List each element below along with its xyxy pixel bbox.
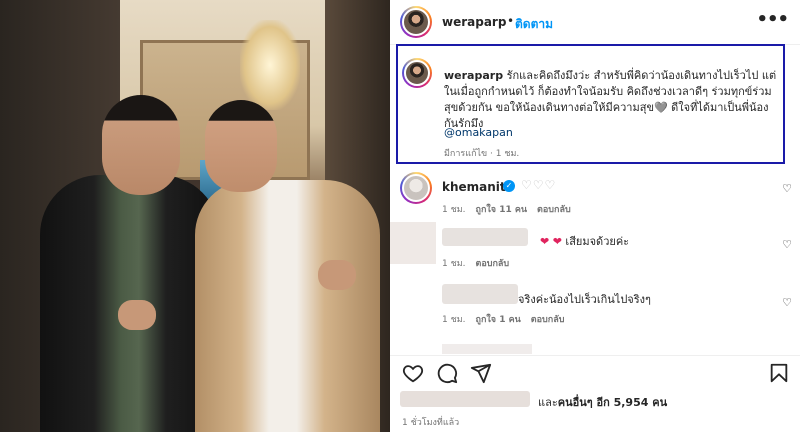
photo-chandelier bbox=[240, 20, 300, 110]
comment-likes[interactable]: ถูกใจ 1 คน bbox=[476, 315, 521, 325]
author-username[interactable]: weraparp bbox=[442, 15, 506, 29]
reply-button[interactable]: ตอบกลับ bbox=[531, 315, 565, 325]
bookmark-icon[interactable] bbox=[768, 362, 790, 384]
commenter-username-blurred[interactable] bbox=[442, 344, 532, 354]
comment-meta: 1 ชม. ถูกใจ 11 คน ตอบกลับ bbox=[442, 202, 571, 216]
comment-meta: 1 ชม. ถูกใจ 1 คน ตอบกลับ bbox=[442, 312, 564, 326]
reply-button[interactable]: ตอบกลับ bbox=[476, 259, 510, 269]
header-separator: • bbox=[507, 14, 515, 28]
comment-like-heart-icon[interactable]: ♡ bbox=[782, 238, 792, 251]
likes-count[interactable]: คนอื่นๆ อีก 5,954 คน bbox=[558, 396, 667, 409]
comment-text: ❤ ❤ เสียมจด้วยค่ะ bbox=[540, 232, 629, 250]
comment-like-heart-icon[interactable]: ♡ bbox=[782, 182, 792, 195]
comment-item: จริงค่ะน้องไปเร็วเกินไปจริงๆ ♡ 1 ชม. ถูกใ… bbox=[390, 280, 800, 340]
commenter-avatar[interactable] bbox=[400, 172, 432, 204]
person-right-head bbox=[205, 100, 277, 192]
comment-item: khemanito ✓ ♡♡♡ ♡ 1 ชม. ถูกใจ 11 คน ตอบกลั… bbox=[390, 168, 800, 218]
comment-like-heart-icon[interactable]: ♡ bbox=[782, 296, 792, 309]
commenter-username-blurred[interactable] bbox=[442, 228, 528, 246]
caption-mention-link[interactable]: @omakapan bbox=[444, 126, 513, 139]
caption-text: weraparp รักและคิดถึงมึงว่ะ สำหรับพี่คิด… bbox=[444, 68, 779, 132]
comment-time: 1 ชม. bbox=[442, 205, 466, 215]
action-bar bbox=[390, 355, 800, 389]
comment-item: ❤ ❤ เสียมจด้วยค่ะ ♡ 1 ชม. ตอบกลับ bbox=[390, 220, 800, 280]
post-panel: weraparp • ติดตาม ••• weraparp รักและคิด… bbox=[390, 0, 800, 432]
more-options-icon[interactable]: ••• bbox=[756, 9, 789, 30]
follow-button[interactable]: ติดตาม bbox=[515, 15, 553, 34]
person-left-hand bbox=[118, 300, 156, 330]
comment-time: 1 ชม. bbox=[442, 315, 466, 325]
heart-icon[interactable] bbox=[402, 362, 424, 384]
post-timestamp: 1 ชั่วโมงที่แล้ว bbox=[402, 418, 460, 428]
commenter-avatar-blurred[interactable] bbox=[390, 222, 436, 264]
caption-meta: มีการแก้ไข · 1 ชม. bbox=[444, 149, 520, 159]
post-header: weraparp • ติดตาม ••• bbox=[390, 0, 800, 44]
post-photo[interactable] bbox=[0, 0, 390, 432]
person-right-hand bbox=[318, 260, 356, 290]
verified-badge-icon: ✓ bbox=[503, 180, 515, 192]
likes-prefix: และ bbox=[538, 396, 558, 409]
comment-text: จริงค่ะน้องไปเร็วเกินไปจริงๆ bbox=[518, 293, 651, 306]
caption-username[interactable]: weraparp bbox=[444, 69, 503, 82]
comment-likes[interactable]: ถูกใจ 11 คน bbox=[476, 205, 528, 215]
author-avatar[interactable] bbox=[400, 6, 432, 38]
caption-avatar[interactable] bbox=[402, 58, 432, 88]
person-left-head bbox=[102, 95, 180, 195]
likes-summary: และคนอื่นๆ อีก 5,954 คน bbox=[390, 389, 800, 411]
person-right-body bbox=[195, 180, 380, 432]
likes-text[interactable]: และคนอื่นๆ อีก 5,954 คน bbox=[538, 393, 667, 411]
liker-names-blurred[interactable] bbox=[400, 391, 530, 407]
comment-meta: 1 ชม. ตอบกลับ bbox=[442, 256, 509, 270]
comment-text: ♡♡♡ bbox=[521, 178, 557, 192]
share-icon[interactable] bbox=[470, 362, 492, 384]
caption-highlight-box: weraparp รักและคิดถึงมึงว่ะ สำหรับพี่คิด… bbox=[396, 44, 785, 164]
comment-time: 1 ชม. bbox=[442, 259, 466, 269]
red-heart-emoji: ❤ ❤ bbox=[540, 235, 562, 248]
commenter-username-blurred[interactable] bbox=[442, 284, 518, 304]
comment-body: เสียมจด้วยค่ะ bbox=[561, 235, 630, 248]
reply-button[interactable]: ตอบกลับ bbox=[537, 205, 571, 215]
comment-icon[interactable] bbox=[436, 362, 458, 384]
